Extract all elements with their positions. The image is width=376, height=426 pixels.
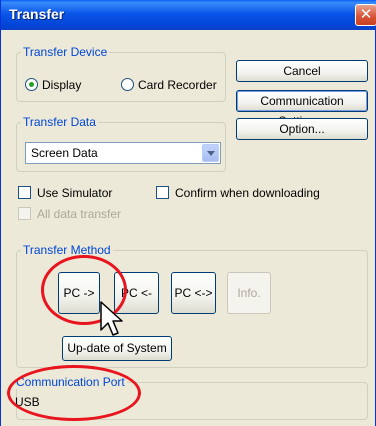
all-data-transfer-label: All data transfer [37, 207, 122, 221]
transfer-data-selected: Screen Data [31, 146, 98, 160]
use-simulator-label[interactable]: Use Simulator [37, 186, 112, 200]
transfer-dialog: Transfer ✕ Transfer Device Display Card … [0, 0, 376, 426]
communication-port-highlight-ellipse [7, 365, 141, 421]
use-simulator-checkbox[interactable] [18, 186, 31, 199]
info-button: Info. [227, 272, 271, 314]
transfer-data-dropdown[interactable]: Screen Data [25, 142, 221, 164]
close-icon: ✕ [359, 6, 373, 23]
dropdown-arrow-button[interactable] [202, 144, 219, 162]
close-button[interactable]: ✕ [355, 4, 376, 26]
display-radio-label[interactable]: Display [42, 78, 81, 92]
update-system-button[interactable]: Up-date of System [62, 336, 172, 361]
option-button[interactable]: Option... [236, 118, 368, 140]
mouse-pointer-icon [100, 301, 123, 336]
all-data-transfer-checkbox [18, 207, 31, 220]
transfer-method-label: Transfer Method [21, 243, 113, 257]
transfer-data-label: Transfer Data [21, 115, 98, 129]
window-title: Transfer [9, 6, 65, 22]
communication-setting-button[interactable]: Communication Setting... [236, 90, 368, 128]
chevron-down-icon [207, 151, 215, 156]
confirm-downloading-checkbox[interactable] [156, 186, 169, 199]
title-bar[interactable]: Transfer ✕ [1, 0, 376, 30]
cancel-button[interactable]: Cancel [236, 60, 368, 82]
transfer-device-label: Transfer Device [21, 45, 110, 59]
confirm-downloading-label[interactable]: Confirm when downloading [175, 186, 320, 200]
radio-selected-dot [29, 82, 34, 87]
display-radio[interactable] [25, 78, 38, 91]
pc-both-button[interactable]: PC <-> [171, 272, 216, 314]
card-recorder-radio-label[interactable]: Card Recorder [138, 78, 217, 92]
card-recorder-radio[interactable] [121, 78, 134, 91]
transfer-device-group [16, 52, 226, 102]
